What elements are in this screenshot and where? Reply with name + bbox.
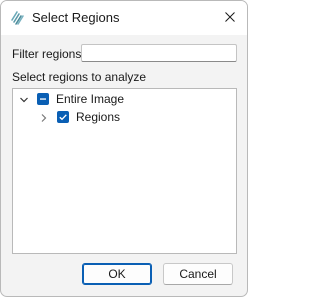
select-regions-label: Select regions to analyze [12,70,147,84]
tree-node-label: Entire Image [56,92,125,106]
chevron-down-icon[interactable] [19,94,29,104]
chevron-right-icon[interactable] [39,112,49,122]
close-button[interactable] [215,1,245,33]
filter-regions-label: Filter regions [12,47,82,61]
entire-image-checkbox-indeterminate[interactable] [37,93,49,105]
tree-node-regions[interactable]: Regions [13,108,236,126]
filter-regions-input[interactable] [81,44,237,62]
ok-button[interactable]: OK [82,263,152,285]
app-logo-icon [10,10,26,26]
tree-node-entire-image[interactable]: Entire Image [13,90,236,108]
regions-checkbox-checked[interactable] [57,111,69,123]
cancel-button[interactable]: Cancel [163,263,233,285]
regions-tree[interactable]: Entire Image Regions [12,88,237,254]
select-regions-dialog: Select Regions Filter regions Select reg… [0,0,248,297]
dialog-title: Select Regions [32,10,120,25]
title-bar[interactable]: Select Regions [1,1,247,35]
tree-node-label: Regions [76,110,121,124]
close-icon [225,12,235,22]
